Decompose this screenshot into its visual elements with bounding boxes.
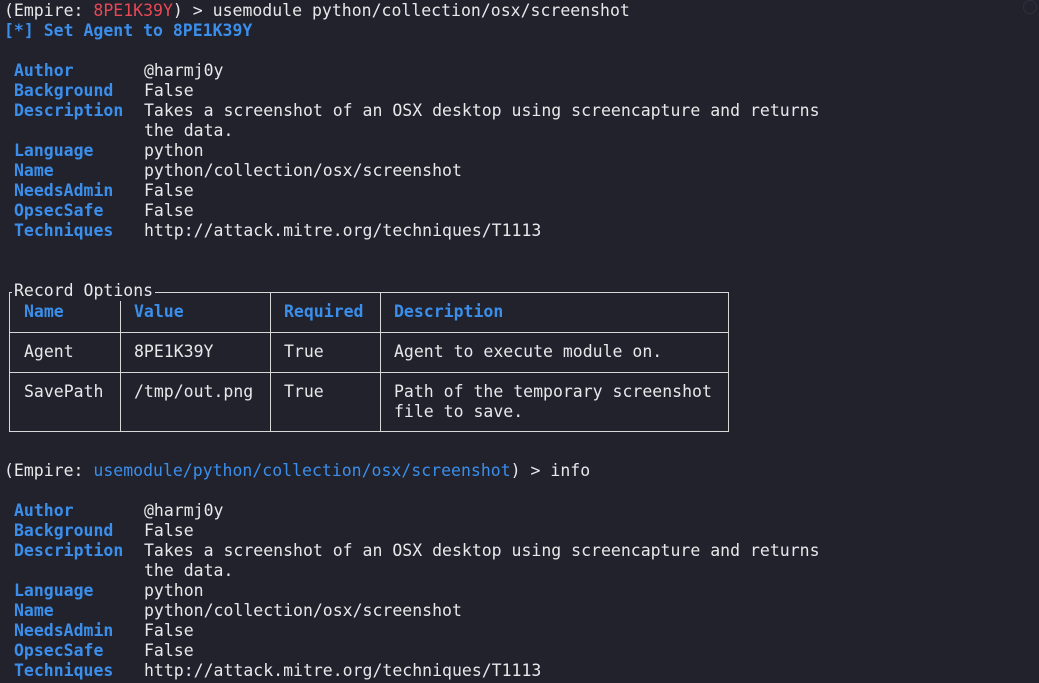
prompt-prefix: (Empire: [4,1,94,20]
prompt-suffix-2: ) > [510,461,551,480]
prompt-prefix-2: (Empire: [4,461,94,480]
info-value: False [144,81,194,100]
info-key: Author [14,501,74,520]
header-required: Required [284,302,364,321]
info-key: Techniques [14,661,114,680]
prompt-agent-name: 8PE1K39Y [93,1,173,20]
option-value-agent: 8PE1K39Y [134,342,214,361]
info-key: Description [14,101,124,120]
info-value: python [144,141,204,160]
option-description-savepath-line1: Path of the temporary screenshot [394,382,712,401]
header-name: Name [24,302,64,321]
info-key: Techniques [14,221,114,240]
header-value: Value [134,302,184,321]
info-key: OpsecSafe [14,641,104,660]
option-name-savepath: SavePath [24,382,104,401]
info-key: NeedsAdmin [14,621,114,640]
info-key: OpsecSafe [14,201,104,220]
info-key: Background [14,521,114,540]
info-value: python [144,581,204,600]
option-name-agent: Agent [24,342,74,361]
info-key: NeedsAdmin [14,181,114,200]
info-key: Name [14,161,54,180]
option-required-agent: True [284,342,324,361]
typed-command-2: info [550,461,591,480]
header-description: Description [394,302,504,321]
info-value: the data. [144,121,234,140]
info-value: http://attack.mitre.org/techniques/T1113 [144,661,542,680]
command-line-2: (Empire: usemodule/python/collection/osx… [4,461,590,481]
info-value: http://attack.mitre.org/techniques/T1113 [144,221,542,240]
info-value: Takes a screenshot of an OSX desktop usi… [144,101,820,120]
typed-command: usemodule python/collection/osx/screensh… [212,1,630,20]
set-agent-message: [*] Set Agent to 8PE1K39Y [4,21,253,40]
option-description-agent: Agent to execute module on. [394,342,663,361]
info-value: False [144,641,194,660]
option-required-savepath: True [284,382,324,401]
info-key: Background [14,81,114,100]
info-value: False [144,181,194,200]
info-value: False [144,621,194,640]
info-value: the data. [144,561,234,580]
info-value: False [144,201,194,220]
info-value: Takes a screenshot of an OSX desktop usi… [144,541,820,560]
option-value-savepath: /tmp/out.png [134,382,254,401]
info-key: Language [14,141,94,160]
prompt-suffix: ) > [172,1,213,20]
terminal-window[interactable]: (Empire: 8PE1K39Y) > usemodule python/co… [0,0,1039,683]
info-key: Description [14,541,124,560]
info-value: python/collection/osx/screenshot [144,161,462,180]
options-table-title: Record Options [12,281,156,301]
info-value: @harmj0y [144,61,224,80]
info-value: python/collection/osx/screenshot [144,601,462,620]
command-line-1: (Empire: 8PE1K39Y) > usemodule python/co… [4,1,630,21]
info-value: False [144,521,194,540]
info-key: Language [14,581,94,600]
search-icon [1023,0,1037,14]
info-value: @harmj0y [144,501,224,520]
prompt-module-path: usemodule/python/collection/osx/screensh… [93,461,511,480]
info-key: Author [14,61,74,80]
option-description-savepath-line2: file to save. [394,402,524,421]
info-key: Name [14,601,54,620]
options-table: Name Value Required Description Agent 8P… [9,292,729,432]
